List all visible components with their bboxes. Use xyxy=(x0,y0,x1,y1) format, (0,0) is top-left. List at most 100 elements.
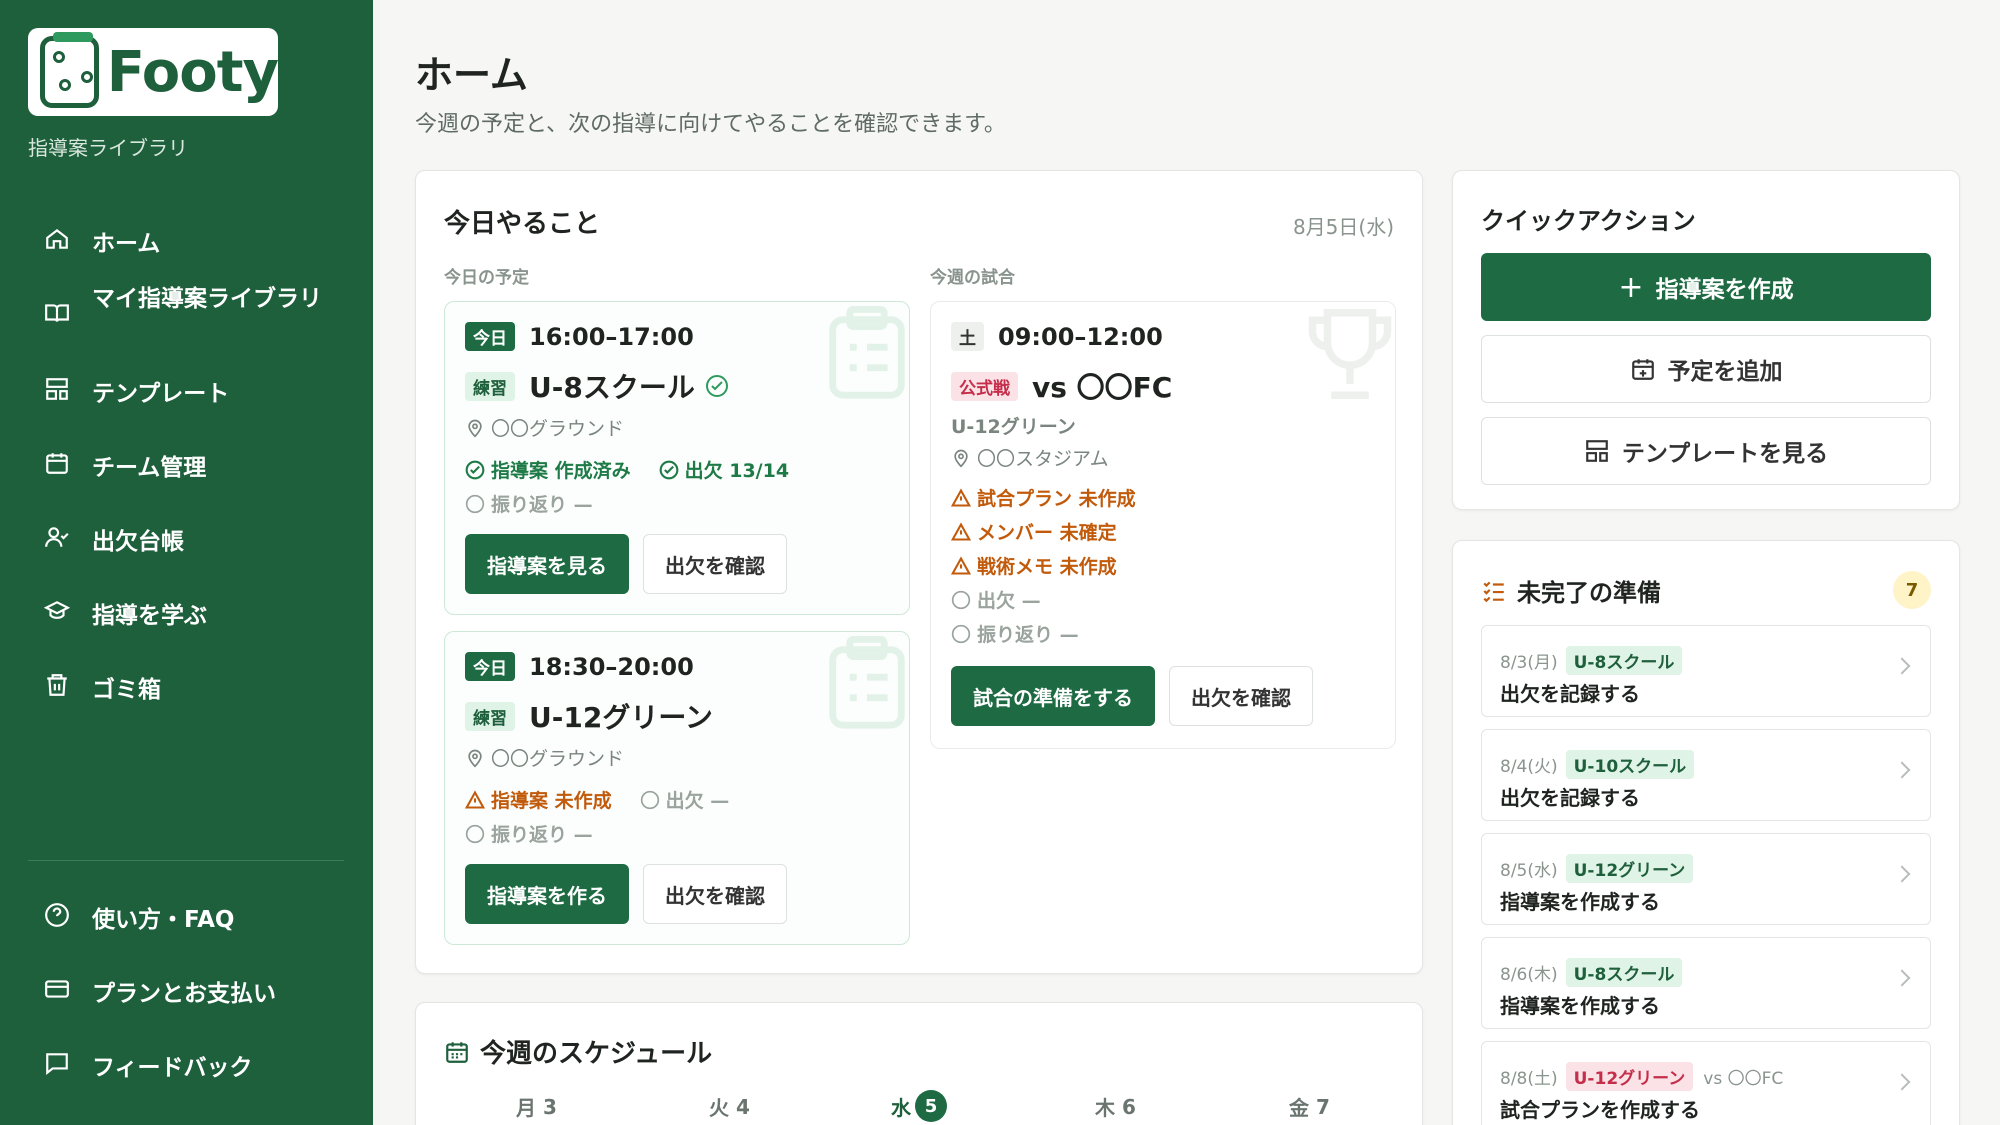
add-event-label: 予定を追加 xyxy=(1667,359,1783,385)
pending-item[interactable]: 8/4(火) U-10スクール 出欠を記録する xyxy=(1481,729,1931,821)
sidebar: Footy 指導案ライブラリ ホーム マイ指導案ライブラリ テンプレート チーム… xyxy=(0,0,373,1125)
nav-item-home[interactable]: ホーム xyxy=(44,224,344,258)
pending-date: 8/6(木) xyxy=(1500,965,1558,985)
nav-item-billing[interactable]: プランとお支払い xyxy=(44,974,344,1008)
nav-item-templates[interactable]: テンプレート xyxy=(44,374,344,408)
attendance-status: 出欠 — xyxy=(977,590,1041,612)
pending-task: 出欠を記録する xyxy=(1500,786,1640,810)
create-plan-button[interactable]: + 指導案を作成 xyxy=(1481,253,1931,321)
day-column-fri[interactable]: 金 7 xyxy=(1289,1092,1330,1121)
match-card[interactable]: 土 09:00–12:00 公式戦 vs 〇〇FC U-12グリーン 〇〇スタジ… xyxy=(930,301,1396,749)
nav-item-trash[interactable]: ゴミ箱 xyxy=(44,670,344,704)
team-name: U-12グリーン xyxy=(529,701,713,734)
empty-circle-icon xyxy=(465,824,485,843)
pending-task: 指導案を作成する xyxy=(1500,994,1660,1018)
template-icon xyxy=(46,378,68,400)
page-title: ホーム xyxy=(415,53,528,97)
today-date: 8月5日(水) xyxy=(1292,215,1394,239)
nav-label: 使い方・FAQ xyxy=(92,907,235,933)
check-circle-icon xyxy=(465,460,485,479)
pending-task: 指導案を作成する xyxy=(1500,890,1660,914)
pending-count-badge: 7 xyxy=(1893,571,1931,609)
help-circle-icon xyxy=(45,903,69,927)
prepare-match-button[interactable]: 試合の準備をする xyxy=(951,666,1155,726)
schedule-label: 今日の予定 xyxy=(444,268,529,288)
nav-label: テンプレート xyxy=(92,381,230,407)
event-time: 16:00–17:00 xyxy=(529,322,694,351)
nav-item-team-management[interactable]: チーム管理 xyxy=(44,448,344,482)
team-badge: U-8スクール xyxy=(1565,646,1683,675)
view-templates-label: テンプレートを見る xyxy=(1621,441,1829,467)
day-column-tue[interactable]: 火 4 xyxy=(709,1092,750,1121)
day-number: 6 xyxy=(1121,1094,1136,1119)
day-column-mon[interactable]: 月 3 xyxy=(516,1092,557,1121)
pending-date: 8/8(土) xyxy=(1500,1069,1558,1089)
pending-prep-card: 未完了の準備 7 8/3(月) U-8スクール 出欠を記録する 8/4(火) U-1… xyxy=(1452,540,1960,1125)
opponent-name: vs 〇〇FC xyxy=(1032,371,1173,404)
create-plan-button[interactable]: 指導案を作る xyxy=(465,864,629,924)
day-label: 火 xyxy=(709,1096,729,1120)
day-number: 3 xyxy=(542,1094,557,1119)
pending-date: 8/4(火) xyxy=(1500,757,1558,777)
nav-item-my-library[interactable]: マイ指導案ライブラリ xyxy=(44,282,344,326)
day-label: 水 xyxy=(891,1095,911,1120)
view-plan-button[interactable]: 指導案を見る xyxy=(465,534,629,594)
main-content: ホーム 今週の予定と、次の指導に向けてやることを確認できます。 今日やること 8… xyxy=(373,0,2000,1125)
today-badge: 今日 xyxy=(465,652,515,681)
add-event-button[interactable]: 予定を追加 xyxy=(1481,335,1931,403)
event-location: 〇〇グラウンド xyxy=(491,748,625,770)
day-column-thu[interactable]: 木 6 xyxy=(1095,1092,1136,1121)
empty-circle-icon xyxy=(465,494,485,513)
pending-task: 出欠を記録する xyxy=(1500,682,1640,706)
pending-item[interactable]: 8/6(木) U-8スクール 指導案を作成する xyxy=(1481,937,1931,1029)
team-badge: U-12グリーン xyxy=(1565,854,1694,883)
match-label: 今週の試合 xyxy=(930,268,1015,288)
nav-label: マイ指導案ライブラリ xyxy=(92,286,322,312)
check-attendance-button[interactable]: 出欠を確認 xyxy=(1169,666,1313,726)
day-label: 木 xyxy=(1095,1096,1115,1120)
week-title: 今週のスケジュール xyxy=(480,1039,713,1069)
nav-item-feedback[interactable]: フィードバック xyxy=(44,1048,344,1082)
event-card[interactable]: 今日 18:30–20:00 練習 U-12グリーン 〇〇グラウンド 指導案 未… xyxy=(444,631,910,945)
map-pin-icon xyxy=(468,749,482,768)
warning-icon xyxy=(951,487,971,507)
trophy-watermark-icon xyxy=(1308,309,1392,399)
book-icon xyxy=(45,304,69,322)
pending-item[interactable]: 8/5(水) U-12グリーン 指導案を作成する xyxy=(1481,833,1931,925)
credit-card-icon xyxy=(45,980,69,998)
today-day-number: 5 xyxy=(915,1090,947,1122)
plan-status: 指導案 未作成 xyxy=(491,790,612,812)
match-team: U-12グリーン xyxy=(951,416,1076,438)
graduation-cap-icon xyxy=(44,601,70,619)
nav-label: ゴミ箱 xyxy=(92,677,161,703)
empty-circle-icon xyxy=(640,790,659,809)
calendar-plus-icon xyxy=(1631,359,1654,380)
day-column-wed[interactable]: 水5 xyxy=(891,1090,947,1122)
member-status: メンバー 未確定 xyxy=(977,522,1117,544)
nav-item-attendance[interactable]: 出欠台帳 xyxy=(44,522,344,556)
nav-item-learn[interactable]: 指導を学ぶ xyxy=(44,596,344,630)
pending-item[interactable]: 8/8(土) U-12グリーン vs 〇〇FC 試合プランを作成する xyxy=(1481,1041,1931,1125)
logo[interactable]: Footy xyxy=(28,28,279,116)
empty-circle-icon xyxy=(951,590,971,609)
event-location: 〇〇グラウンド xyxy=(491,418,625,440)
nav-item-faq[interactable]: 使い方・FAQ xyxy=(44,900,344,934)
warning-icon xyxy=(951,521,971,541)
chevron-right-icon xyxy=(1893,761,1911,779)
template-icon xyxy=(1586,440,1608,462)
check-attendance-button[interactable]: 出欠を確認 xyxy=(643,534,787,594)
nav-label: プランとお支払い xyxy=(92,981,276,1007)
plus-icon: + xyxy=(1618,269,1644,305)
pending-title: 未完了の準備 xyxy=(1517,579,1661,607)
match-location: 〇〇スタジアム xyxy=(977,448,1109,470)
check-circle-icon xyxy=(705,375,728,397)
nav-divider xyxy=(28,860,344,861)
practice-badge: 練習 xyxy=(465,701,515,731)
nav-label: 指導を学ぶ xyxy=(92,603,207,629)
team-name: U-8スクール xyxy=(529,371,695,404)
day-badge: 土 xyxy=(951,322,984,351)
check-attendance-button[interactable]: 出欠を確認 xyxy=(643,864,787,924)
view-templates-button[interactable]: テンプレートを見る xyxy=(1481,417,1931,485)
event-card[interactable]: 今日 16:00–17:00 練習 U-8スクール 〇〇グラウンド 指導案 作成… xyxy=(444,301,910,615)
pending-item[interactable]: 8/3(月) U-8スクール 出欠を記録する xyxy=(1481,625,1931,717)
